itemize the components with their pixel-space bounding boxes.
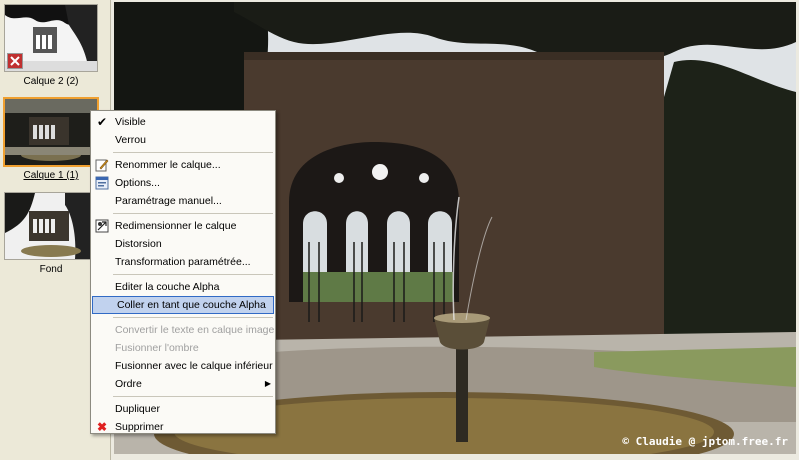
rename-icon <box>95 158 109 172</box>
menu-separator <box>113 274 273 275</box>
delete-x-icon: ✖ <box>96 420 108 434</box>
menu-item-manual-setup[interactable]: Paramétrage manuel... <box>91 192 275 210</box>
menu-item-lock[interactable]: Verrou <box>91 131 275 149</box>
menu-separator <box>113 213 273 214</box>
layer-context-menu: ✔ Visible Verrou Renommer le calque... O… <box>90 110 276 434</box>
menu-item-duplicate[interactable]: Dupliquer <box>91 400 275 418</box>
menu-item-paste-as-alpha[interactable]: Coller en tant que couche Alpha <box>92 296 274 314</box>
menu-item-delete[interactable]: ✖ Supprimer <box>91 418 275 436</box>
menu-item-merge-down[interactable]: Fusionner avec le calque inférieur <box>91 357 275 375</box>
menu-separator <box>113 152 273 153</box>
checkmark-icon: ✔ <box>96 115 108 129</box>
menu-item-visible[interactable]: ✔ Visible <box>91 113 275 131</box>
layer-thumbnail[interactable] <box>4 4 98 72</box>
menu-item-merge-shadow[interactable]: Fusionner l'ombre <box>91 339 275 357</box>
layer-label: Calque 1 (1) <box>23 170 79 181</box>
layer-label: Calque 2 (2) <box>23 76 79 87</box>
resize-icon <box>95 219 109 233</box>
menu-item-order[interactable]: Ordre ▶ <box>91 375 275 393</box>
layer-thumbnail-selected[interactable] <box>3 97 99 167</box>
menu-item-convert-text[interactable]: Convertir le texte en calque image <box>91 321 275 339</box>
menu-separator <box>113 396 273 397</box>
layer-mask-icon <box>7 53 23 69</box>
menu-item-edit-alpha[interactable]: Editer la couche Alpha <box>91 278 275 296</box>
menu-item-rename[interactable]: Renommer le calque... <box>91 156 275 174</box>
menu-item-param-transform[interactable]: Transformation paramétrée... <box>91 253 275 271</box>
layer-label: Fond <box>39 264 63 275</box>
menu-item-resize-layer[interactable]: Redimensionner le calque <box>91 217 275 235</box>
menu-separator <box>113 317 273 318</box>
menu-item-options[interactable]: Options... <box>91 174 275 192</box>
layer-thumbnail[interactable] <box>4 192 98 260</box>
watermark: © Claudie @ jptom.free.fr <box>622 435 788 448</box>
options-icon <box>95 176 109 190</box>
menu-item-distortion[interactable]: Distorsion <box>91 235 275 253</box>
submenu-arrow-icon: ▶ <box>264 379 271 388</box>
